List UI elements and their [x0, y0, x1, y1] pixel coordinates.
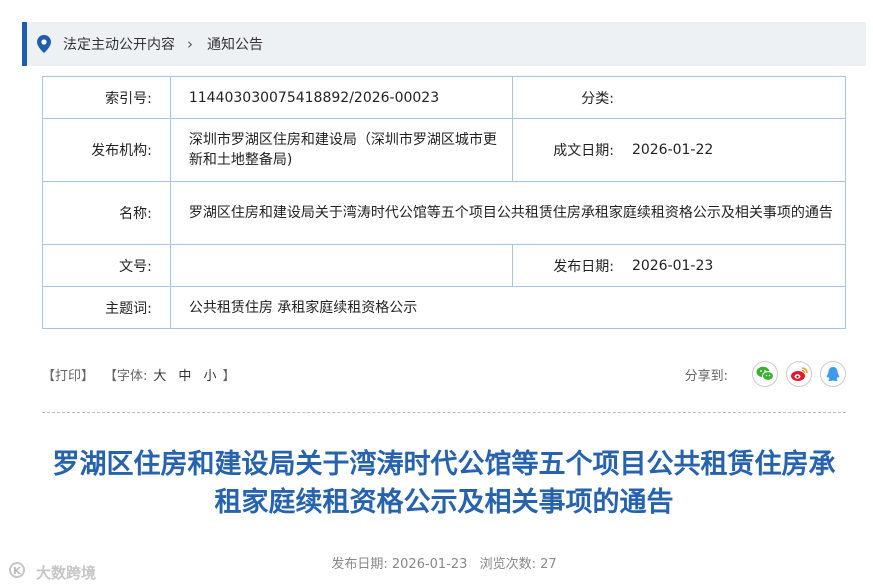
breadcrumb-separator: › — [187, 35, 193, 53]
document-meta-table: 索引号: 114403030075418892/2026-00023 分类: 发… — [42, 76, 847, 329]
breadcrumb-item-notices[interactable]: 通知公告 — [207, 34, 263, 54]
font-size-prefix: 【字体: — [104, 368, 148, 384]
article-tools: 【打印】 【字体: 大 中 小 】 分享到: — [42, 360, 846, 388]
publish-date-value: 2026-01-23 — [631, 244, 846, 287]
location-pin-icon — [37, 35, 51, 53]
share-label: 分享到: — [684, 368, 728, 384]
article-publish-date: 2026-01-23 — [391, 557, 468, 572]
index-label: 索引号: — [42, 76, 171, 119]
watermark: K 大数跨境 — [8, 560, 96, 584]
article-publish-date-label: 发布日期: — [331, 557, 388, 572]
written-date-label: 成文日期: — [511, 118, 632, 182]
print-button[interactable]: 【打印】 — [42, 365, 94, 384]
article-publish-info: 发布日期: 2026-01-23 浏览次数: 27 — [42, 553, 846, 572]
index-value: 114403030075418892/2026-00023 — [169, 76, 513, 119]
svg-text:K: K — [13, 566, 22, 577]
doc-no-value — [169, 244, 513, 287]
meta-row-doc-no: 文号: 发布日期: 2026-01-23 — [42, 244, 846, 287]
views-label: 浏览次数: — [479, 557, 536, 572]
font-medium-button[interactable]: 中 — [178, 365, 191, 384]
divider — [42, 412, 846, 413]
meta-row-publisher: 发布机构: 深圳市罗湖区住房和建设局（深圳市罗湖区城市更新和土地整备局) 成文日… — [42, 118, 846, 182]
keywords-label: 主题词: — [42, 286, 171, 329]
article-title: 罗湖区住房和建设局关于湾涛时代公馆等五个项目公共租赁住房承租家庭续租资格公示及相… — [52, 449, 836, 518]
meta-row-name: 名称: 罗湖区住房和建设局关于湾涛时代公馆等五个项目公共租赁住房承租家庭续租资格… — [42, 181, 847, 245]
publisher-value: 深圳市罗湖区住房和建设局（深圳市罗湖区城市更新和土地整备局) — [169, 118, 513, 182]
wechat-share-icon[interactable] — [752, 361, 778, 387]
share-bar: 分享到: — [685, 361, 846, 387]
meta-row-keywords: 主题词: 公共租赁住房 承租家庭续租资格公示 — [42, 286, 847, 329]
publish-date-label: 发布日期: — [511, 244, 632, 287]
font-small-button[interactable]: 小 — [203, 365, 216, 384]
breadcrumb-item-public-content[interactable]: 法定主动公开内容 — [63, 34, 175, 54]
font-large-button[interactable]: 大 — [153, 365, 166, 384]
doc-no-label: 文号: — [42, 244, 171, 287]
keywords-value: 公共租赁住房 承租家庭续租资格公示 — [169, 286, 847, 329]
qq-share-icon[interactable] — [820, 361, 846, 387]
watermark-logo-icon: K — [8, 560, 36, 584]
name-value: 罗湖区住房和建设局关于湾涛时代公馆等五个项目公共租赁住房承租家庭续租资格公示及相… — [169, 181, 847, 245]
weibo-share-icon[interactable] — [786, 361, 812, 387]
publisher-label: 发布机构: — [42, 118, 171, 182]
name-label: 名称: — [42, 181, 171, 245]
meta-row-index: 索引号: 114403030075418892/2026-00023 分类: — [42, 76, 846, 119]
category-label: 分类: — [511, 76, 632, 119]
font-size-suffix: 】 — [222, 368, 236, 384]
written-date-value: 2026-01-22 — [631, 118, 846, 182]
views-count: 27 — [540, 557, 557, 572]
category-value — [631, 76, 846, 119]
watermark-text: 大数跨境 — [36, 563, 97, 582]
breadcrumb: 法定主动公开内容 › 通知公告 — [22, 22, 866, 66]
